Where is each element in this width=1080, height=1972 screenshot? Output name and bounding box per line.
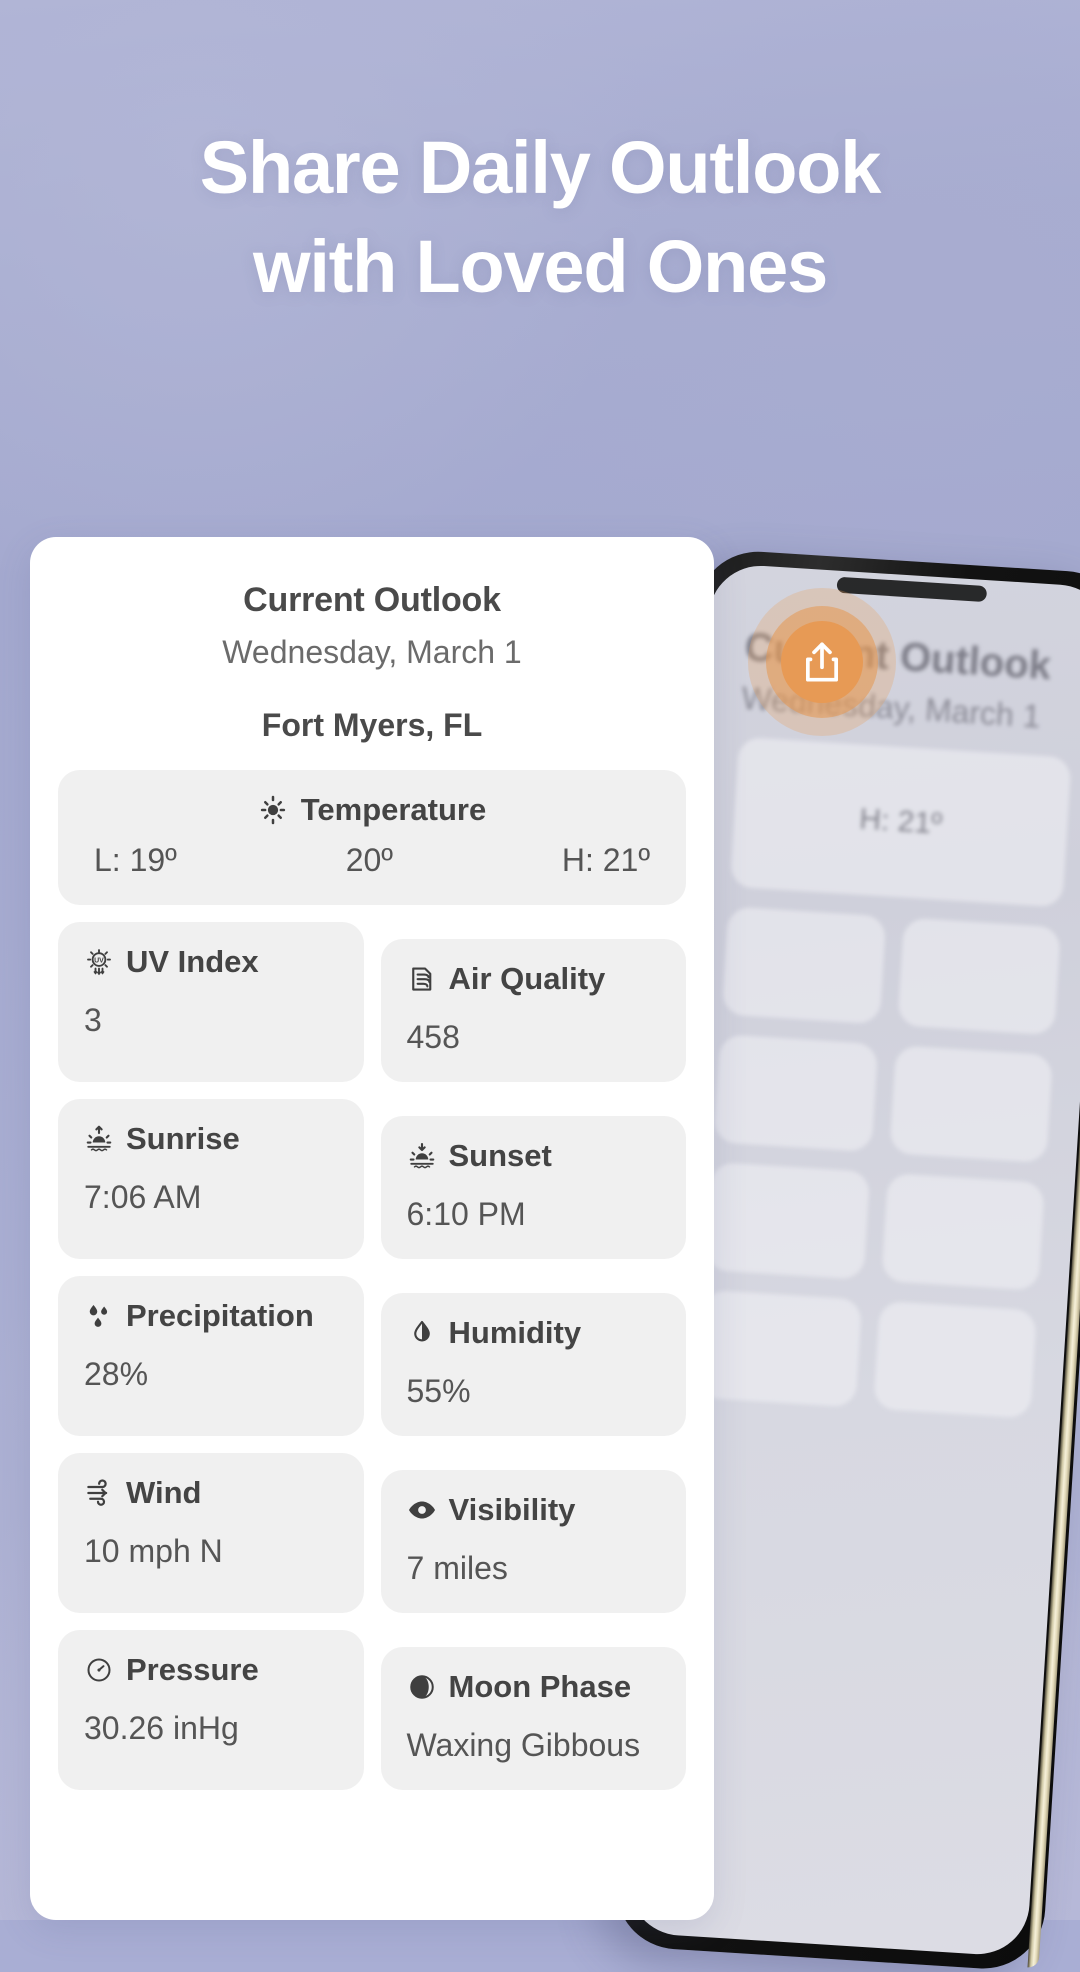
ghost-tile — [872, 1300, 1037, 1419]
metric-label: Wind — [126, 1475, 202, 1510]
temperature-tile[interactable]: Temperature L: 19º 20º H: 21º — [58, 770, 686, 905]
gauge-icon — [84, 1655, 114, 1685]
metric-row: Pressure 30.26 inHg Moon Phase Waxing Gi… — [58, 1630, 686, 1790]
metric-tile-sunset[interactable]: Sunset 6:10 PM — [380, 1116, 686, 1259]
temperature-values: L: 19º 20º H: 21º — [84, 842, 660, 879]
metric-label: Humidity — [448, 1315, 582, 1350]
metrics-grid: Temperature L: 19º 20º H: 21º UV UV Inde… — [30, 744, 714, 1790]
metric-label: Pressure — [126, 1652, 259, 1687]
temperature-high: H: 21º — [561, 842, 650, 878]
metric-tile-precipitation[interactable]: Precipitation 28% — [58, 1276, 364, 1436]
ghost-tile — [888, 1045, 1053, 1163]
metric-label: UV Index — [126, 944, 259, 979]
tile-header: Wind — [84, 1475, 338, 1511]
ghost-tile — [705, 1161, 870, 1280]
tile-header: Moon Phase — [407, 1669, 661, 1705]
metric-value: Waxing Gibbous — [406, 1727, 641, 1763]
ghost-tile-row — [705, 1142, 1046, 1291]
metric-row: UV UV Index 3 Air Quality 458 — [58, 922, 686, 1082]
headline-line-1: Share Daily Outlook — [199, 126, 882, 209]
share-icon — [800, 639, 844, 685]
uv-index-icon: UV — [84, 947, 114, 977]
air-quality-icon — [407, 964, 437, 994]
metric-value: 10 mph N — [84, 1533, 223, 1569]
tile-header: Air Quality — [407, 961, 661, 997]
share-button[interactable] — [748, 588, 896, 736]
svg-text:UV: UV — [94, 957, 104, 964]
metric-tile-pressure[interactable]: Pressure 30.26 inHg — [58, 1630, 364, 1790]
headline: Share Daily Outlook with Loved Ones — [0, 118, 1080, 316]
metric-tile-visibility[interactable]: Visibility 7 miles — [380, 1470, 686, 1613]
share-button-core — [781, 621, 863, 703]
tile-header: UV UV Index — [84, 944, 338, 980]
metric-tile-humidity[interactable]: Humidity 55% — [380, 1293, 686, 1436]
tile-header: Visibility — [407, 1492, 661, 1528]
ghost-tile — [896, 917, 1061, 1036]
metric-value: 30.26 inHg — [84, 1710, 239, 1746]
metric-value: 7:06 AM — [84, 1179, 202, 1215]
metric-label: Visibility — [448, 1492, 576, 1527]
metric-label: Air Quality — [448, 961, 606, 996]
card-title: Current Outlook — [243, 581, 501, 619]
ghost-tile — [697, 1289, 862, 1408]
droplets-icon — [84, 1301, 114, 1331]
metric-tile-wind[interactable]: Wind 10 mph N — [58, 1453, 364, 1613]
metric-value: 28% — [84, 1356, 149, 1392]
metric-tile-moon-phase[interactable]: Moon Phase Waxing Gibbous — [380, 1647, 686, 1790]
temperature-header: Temperature — [84, 792, 660, 828]
metric-label: Precipitation — [126, 1298, 314, 1333]
temperature-low: L: 19º — [94, 842, 177, 878]
ghost-tile-row — [697, 1270, 1038, 1419]
metric-tile-uv-index[interactable]: UV UV Index 3 — [58, 922, 364, 1082]
metric-row: Sunrise 7:06 AM Sunset 6:10 PM — [58, 1099, 686, 1259]
card-location: Fort Myers, FL — [261, 707, 483, 743]
ghost-temperature-tile: H: 21º — [729, 736, 1072, 908]
moon-phase-icon — [407, 1672, 437, 1702]
metric-value: 458 — [406, 1019, 460, 1055]
tile-header: Sunset — [407, 1138, 661, 1174]
card-date: Wednesday, March 1 — [222, 634, 522, 670]
metric-tile-sunrise[interactable]: Sunrise 7:06 AM — [58, 1099, 364, 1259]
metric-label: Sunrise — [126, 1121, 240, 1156]
headline-line-2: with Loved Ones — [252, 225, 828, 309]
metric-value: 6:10 PM — [406, 1196, 526, 1232]
ghost-high-temp: H: 21º — [858, 802, 943, 841]
wind-icon — [84, 1478, 114, 1508]
ghost-tile — [713, 1034, 878, 1152]
metric-value: 3 — [84, 1002, 102, 1038]
phone-screen-content: Current Outlook Wednesday, March 1 H: 21… — [697, 625, 1079, 1419]
metric-value: 55% — [406, 1373, 471, 1409]
temperature-current: 20º — [345, 842, 393, 878]
metric-value: 7 miles — [406, 1550, 508, 1586]
tile-header: Sunrise — [84, 1121, 338, 1157]
sunrise-icon — [84, 1124, 114, 1154]
metric-row: Precipitation 28% Humidity 55% — [58, 1276, 686, 1436]
ghost-tile-row — [713, 1014, 1054, 1163]
ghost-tile — [880, 1173, 1045, 1291]
metric-label: Moon Phase — [448, 1669, 632, 1704]
sunset-icon — [407, 1141, 437, 1171]
ghost-tile-row — [721, 887, 1062, 1036]
metric-tile-air-quality[interactable]: Air Quality 458 — [380, 939, 686, 1082]
tile-header: Pressure — [84, 1652, 338, 1688]
current-outlook-card: Current Outlook Wednesday, March 1 Fort … — [30, 537, 714, 1920]
tile-header: Precipitation — [84, 1298, 338, 1334]
sun-icon — [258, 795, 288, 825]
eye-icon — [407, 1495, 437, 1525]
metric-row: Wind 10 mph N Visibility 7 miles — [58, 1453, 686, 1613]
ghost-tile — [721, 906, 886, 1025]
metric-label: Sunset — [448, 1138, 552, 1173]
droplet-icon — [407, 1318, 437, 1348]
tile-header: Humidity — [407, 1315, 661, 1351]
temperature-label: Temperature — [300, 792, 487, 827]
share-button-ring — [766, 606, 878, 718]
